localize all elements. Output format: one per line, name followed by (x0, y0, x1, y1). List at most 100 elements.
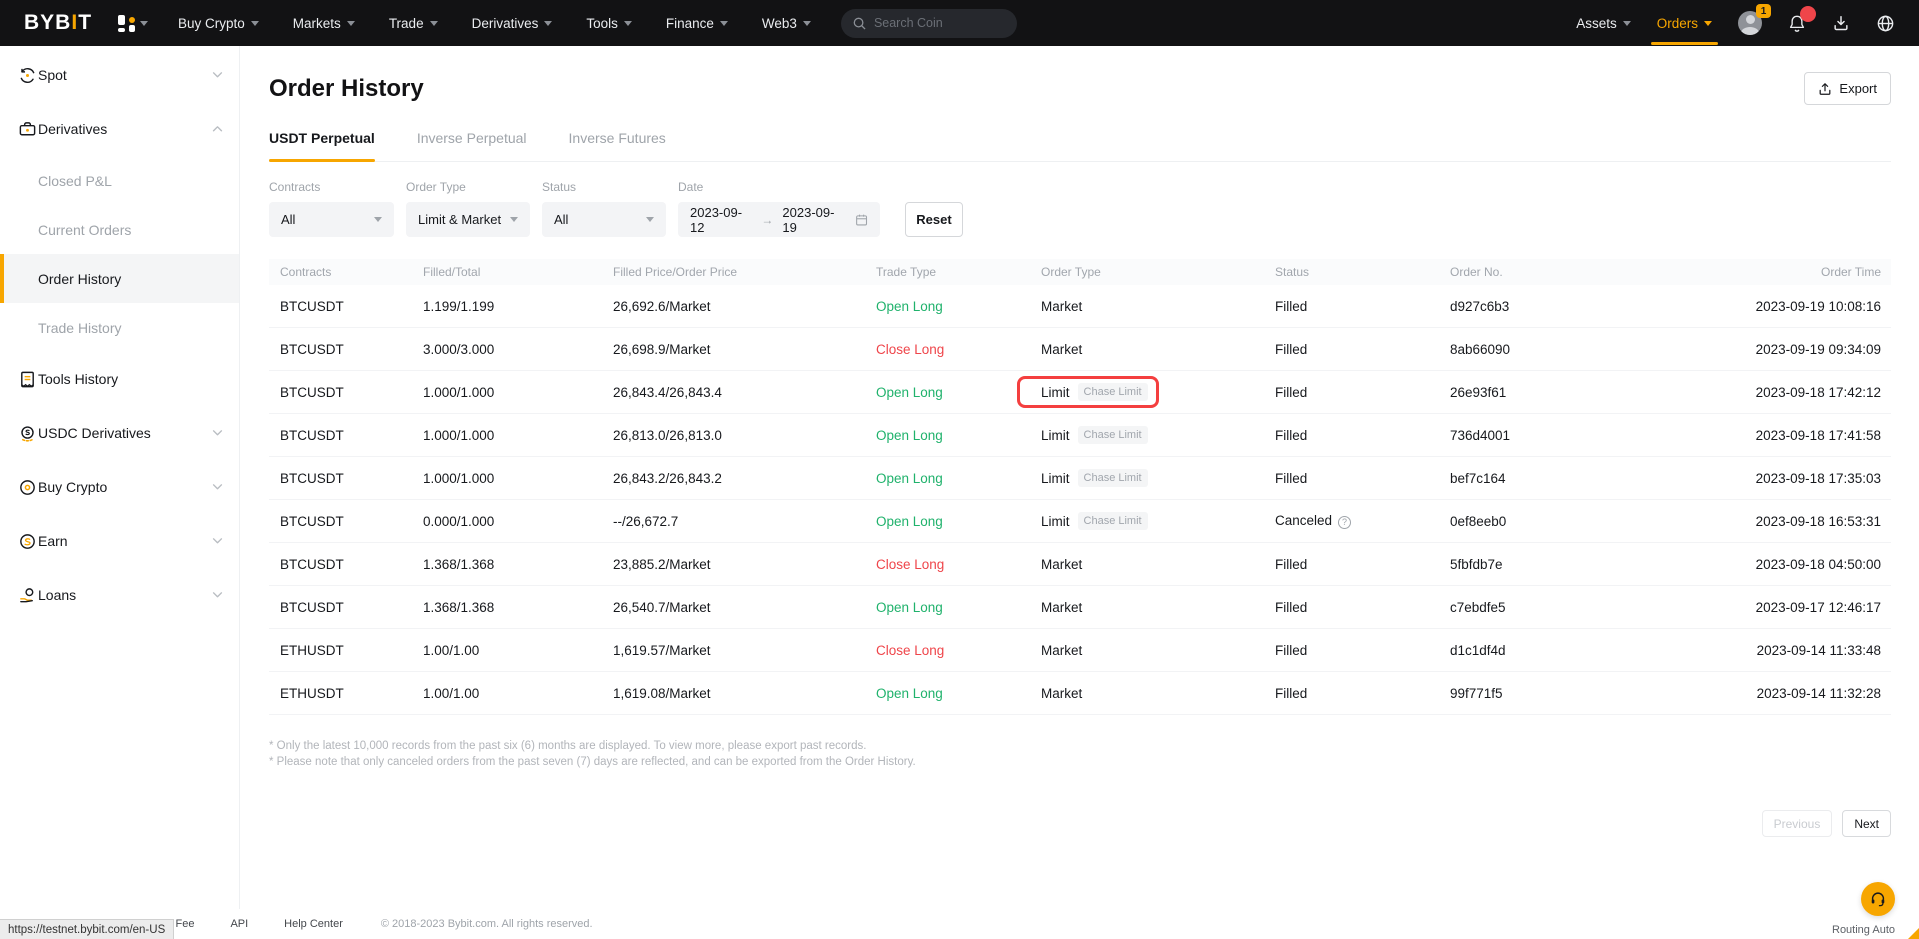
cell-contracts: BTCUSDT (269, 557, 423, 572)
sidebar-item-trade-history[interactable]: Trade History (0, 303, 239, 352)
chevron-down-icon (1704, 21, 1712, 26)
orders-menu[interactable]: Orders (1657, 16, 1712, 31)
chevron-down-icon (140, 21, 148, 26)
date-to: 2023-09-19 (782, 205, 844, 235)
sidebar-item-earn[interactable]: Earn (0, 514, 239, 568)
sidebar-item-derivatives[interactable]: Derivatives (0, 102, 239, 156)
export-button[interactable]: Export (1804, 72, 1891, 105)
cell-status: Filled (1275, 686, 1450, 701)
cell-order-type: LimitChase Limit (1041, 426, 1275, 444)
footer-link-api[interactable]: API (230, 918, 248, 930)
cell-status: Filled (1275, 600, 1450, 615)
footer-link-help-center[interactable]: Help Center (284, 918, 343, 930)
chase-limit-tag: Chase Limit (1078, 426, 1148, 444)
nav-menu-tools[interactable]: Tools (586, 16, 632, 31)
chevron-down-icon (374, 217, 382, 222)
notifications-button[interactable] (1788, 14, 1806, 33)
cell-trade-type: Open Long (876, 428, 1041, 443)
sidebar: SpotDerivativesClosed P&LCurrent OrdersO… (0, 46, 240, 909)
sidebar-item-usdc-derivatives[interactable]: USDC Derivatives (0, 406, 239, 460)
order-type-wrap: LimitChase Limit (1041, 512, 1148, 530)
chevron-down-icon (212, 72, 223, 79)
bybit-logo[interactable]: BYBIT (24, 11, 92, 35)
table-footnotes: * Only the latest 10,000 records from th… (269, 738, 1891, 770)
cell-filled-total: 1.000/1.000 (423, 428, 613, 443)
status-label: Filled (1275, 600, 1307, 615)
status-label: Filled (1275, 342, 1307, 357)
nav-menu-trade[interactable]: Trade (389, 16, 438, 31)
sidebar-item-label: Earn (38, 533, 68, 549)
buy-crypto-icon (16, 478, 38, 497)
copyright-text: © 2018-2023 Bybit.com. All rights reserv… (381, 918, 593, 930)
column-header-trade-type: Trade Type (876, 265, 1041, 279)
cell-filled-total: 1.199/1.199 (423, 299, 613, 314)
cell-status: Filled (1275, 428, 1450, 443)
search-input[interactable] (874, 16, 994, 30)
nav-menu-finance[interactable]: Finance (666, 16, 728, 31)
assets-menu[interactable]: Assets (1576, 16, 1631, 31)
cell-order-time: 2023-09-19 09:34:09 (1650, 342, 1891, 357)
download-app-button[interactable] (1832, 14, 1850, 32)
top-navbar: BYBIT Buy Crypto Markets Trade Derivatives T… (0, 0, 1919, 46)
order-type-label: Limit (1041, 385, 1070, 400)
sidebar-item-closed-p-l[interactable]: Closed P&L (0, 156, 239, 205)
nav-menu-label: Finance (666, 16, 714, 31)
chevron-down-icon (720, 21, 728, 26)
status-label: Filled (1275, 643, 1307, 658)
table-row: BTCUSDT0.000/1.000--/26,672.7Open LongLi… (269, 500, 1891, 543)
apps-grid-button[interactable] (118, 15, 148, 32)
support-chat-button[interactable] (1861, 882, 1895, 916)
page-footer: Market OverviewTrading FeeAPIHelp Center… (0, 909, 1919, 939)
column-header-order-no-: Order No. (1450, 265, 1650, 279)
cell-order-no: 8ab66090 (1450, 342, 1650, 357)
tab-inverse-perpetual[interactable]: Inverse Perpetual (417, 117, 527, 161)
sidebar-item-buy-crypto[interactable]: Buy Crypto (0, 460, 239, 514)
nav-menus: Buy Crypto Markets Trade Derivatives Tools Fi… (178, 16, 811, 31)
order-type-filter-label: Order Type (406, 180, 530, 194)
sidebar-item-loans[interactable]: Loans (0, 568, 239, 622)
tab-usdt-perpetual[interactable]: USDT Perpetual (269, 117, 375, 161)
sidebar-item-order-history[interactable]: Order History (0, 254, 239, 303)
browser-status-url: https://testnet.bybit.com/en-US (0, 919, 174, 939)
nav-menu-markets[interactable]: Markets (293, 16, 355, 31)
cell-filled-total: 1.000/1.000 (423, 471, 613, 486)
status-info-icon[interactable]: ? (1338, 516, 1351, 529)
nav-menu-derivatives[interactable]: Derivatives (472, 16, 553, 31)
sidebar-item-spot[interactable]: Spot (0, 48, 239, 102)
date-range-picker[interactable]: 2023-09-12 → 2023-09-19 (678, 202, 880, 237)
previous-page-button[interactable]: Previous (1762, 810, 1833, 837)
orders-label: Orders (1657, 16, 1698, 31)
cell-order-time: 2023-09-14 11:33:48 (1650, 643, 1891, 658)
chevron-down-icon (347, 21, 355, 26)
status-label: Filled (1275, 471, 1307, 486)
sidebar-item-current-orders[interactable]: Current Orders (0, 205, 239, 254)
cell-order-type: Market (1041, 686, 1275, 701)
order-type-select[interactable]: Limit & Market (406, 202, 530, 237)
cell-filled-price: 26,698.9/Market (613, 342, 876, 357)
tabs: USDT Perpetual Inverse Perpetual Inverse F… (269, 117, 1891, 162)
date-filter-label: Date (678, 180, 880, 194)
status-label: Filled (1275, 557, 1307, 572)
chevron-down-icon (1623, 21, 1631, 26)
cell-trade-type: Close Long (876, 342, 1041, 357)
contracts-select[interactable]: All (269, 202, 394, 237)
account-button[interactable]: 1 (1738, 11, 1762, 35)
chevron-down-icon (212, 538, 223, 545)
status-label: Filled (1275, 385, 1307, 400)
next-page-button[interactable]: Next (1842, 810, 1891, 837)
cell-contracts: BTCUSDT (269, 471, 423, 486)
cell-contracts: BTCUSDT (269, 514, 423, 529)
status-select[interactable]: All (542, 202, 666, 237)
nav-menu-buy-crypto[interactable]: Buy Crypto (178, 16, 259, 31)
order-type-wrap: Market (1041, 299, 1082, 314)
reset-button[interactable]: Reset (905, 202, 963, 237)
footnote: * Please note that only canceled orders … (269, 754, 1891, 770)
language-button[interactable] (1876, 14, 1895, 33)
nav-menu-web3[interactable]: Web3 (762, 16, 811, 31)
tab-inverse-futures[interactable]: Inverse Futures (569, 117, 666, 161)
cell-order-time: 2023-09-18 17:42:12 (1650, 385, 1891, 400)
sidebar-item-tools-history[interactable]: Tools History (0, 352, 239, 406)
coin-search[interactable] (841, 9, 1017, 38)
nav-menu-label: Web3 (762, 16, 797, 31)
cell-order-time: 2023-09-18 04:50:00 (1650, 557, 1891, 572)
